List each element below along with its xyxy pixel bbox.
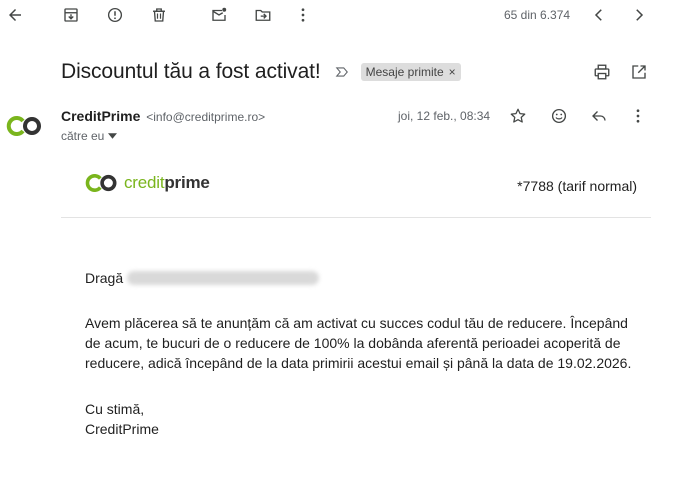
label-chip-text: Mesaje primite [365,65,444,79]
sender-row: CreditPrime <info@creditprime.ro> [61,108,265,124]
email-date: joi, 12 feb., 08:34 [398,109,491,123]
divider [61,217,651,218]
brand-wordmark: creditprime [124,173,210,193]
chevron-left-icon[interactable] [588,4,610,26]
toolbar: 65 din 6.374 [0,0,679,30]
email-content: Dragă Avem plăcerea să te anunțăm că am … [85,268,637,439]
subject-row: Discountul tău a fost activat! Mesaje pr… [61,58,461,86]
back-arrow-icon[interactable] [4,4,26,26]
more-options-icon[interactable] [627,105,649,127]
chevron-right-icon[interactable] [628,4,650,26]
greeting-text: Dragă [85,270,124,286]
remove-label-icon[interactable]: × [449,65,456,79]
recipient-row[interactable]: către eu [61,129,118,143]
brand-logo-icon [85,174,117,192]
archive-icon[interactable] [60,4,82,26]
account-info: *7788 (tarif normal) [517,178,637,194]
importance-marker-icon[interactable] [335,65,349,79]
brand-logo: creditprime [85,172,210,194]
signoff-line-2: CreditPrime [85,421,159,437]
star-icon[interactable] [507,105,529,127]
delete-icon[interactable] [148,4,170,26]
brand-prime-text: prime [164,173,210,192]
email-subject: Discountul tău a fost activat! [61,60,321,83]
body-paragraph: Avem plăcerea să te anunțăm că am activa… [85,315,632,371]
recipient-text: către eu [61,129,105,143]
caret-down-icon[interactable] [108,133,118,139]
reply-icon[interactable] [588,105,610,127]
label-chip: Mesaje primite × [360,63,461,81]
message-count: 65 din 6.374 [504,8,571,22]
sender-name[interactable]: CreditPrime [61,108,140,124]
redacted-name [127,271,320,285]
move-to-icon[interactable] [252,4,274,26]
mark-unread-icon[interactable] [208,4,230,26]
signoff-line-1: Cu stimă, [85,401,145,417]
brand-credit-text: credit [124,173,165,192]
print-icon[interactable] [591,61,613,83]
emoji-reaction-icon[interactable] [548,105,570,127]
sender-email: <info@creditprime.ro> [146,110,266,124]
greeting: Dragă [85,268,637,288]
signoff: Cu stimă, CreditPrime [85,399,637,439]
sender-avatar [6,114,46,138]
report-spam-icon[interactable] [104,4,126,26]
open-new-window-icon[interactable] [628,61,650,83]
more-vert-icon[interactable] [292,4,314,26]
